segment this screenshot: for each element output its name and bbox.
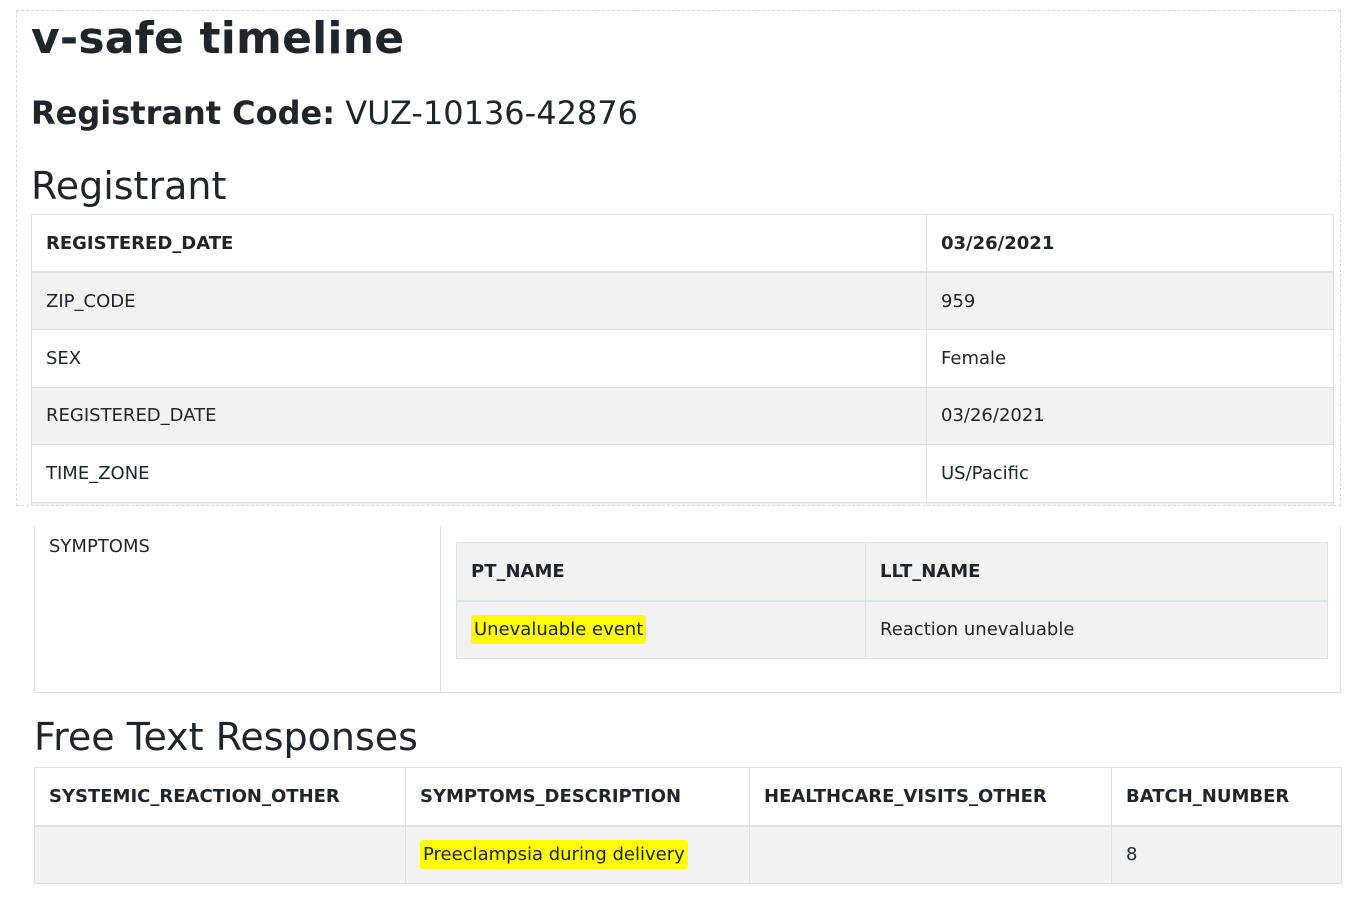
table-header-cell: BATCH_NUMBER (1111, 767, 1342, 827)
registrant-code-heading: Registrant Code: VUZ-10136-42876 (31, 93, 638, 133)
symptoms-block: SYMPTOMS PT_NAME LLT_NAME Unevaluable ev… (34, 526, 1341, 693)
free-text-section-title: Free Text Responses (34, 715, 418, 759)
highlighted-text: Unevaluable event (471, 615, 647, 645)
table-header-cell: PT_NAME (456, 542, 866, 602)
table-header-cell: HEALTHCARE_VISITS_OTHER (749, 767, 1112, 827)
table-cell-value: 03/26/2021 (926, 386, 1334, 445)
table-cell-batch-number: 8 (1111, 825, 1342, 884)
free-text-table: SYSTEMIC_REACTION_OTHER SYMPTOMS_DESCRIP… (34, 767, 1342, 884)
table-cell-pt-name: Unevaluable event (456, 600, 866, 659)
registrant-code-value: VUZ-10136-42876 (345, 94, 638, 132)
table-row-partial (31, 501, 1334, 505)
table-row: Unevaluable event Reaction unevaluable (456, 600, 1328, 659)
table-cell-value: Female (926, 329, 1334, 388)
symptoms-label: SYMPTOMS (35, 526, 441, 692)
table-cell-llt-name: Reaction unevaluable (865, 600, 1328, 659)
table-cell-field: REGISTERED_DATE (31, 386, 927, 445)
table-header-cell: 03/26/2021 (926, 214, 1334, 273)
table-cell-healthcare-visits-other (749, 825, 1112, 884)
table-header-cell: REGISTERED_DATE (31, 214, 927, 273)
table-cell-field: ZIP_CODE (31, 271, 927, 330)
table-header-row: SYSTEMIC_REACTION_OTHER SYMPTOMS_DESCRIP… (34, 767, 1342, 827)
table-cell-value (926, 501, 1334, 505)
table-cell-value: US/Pacific (926, 444, 1334, 503)
table-cell-field: SEX (31, 329, 927, 388)
table-cell-field (31, 501, 927, 505)
table-header-cell: SYMPTOMS_DESCRIPTION (405, 767, 750, 827)
table-cell-field: TIME_ZONE (31, 444, 927, 503)
table-cell-systemic-reaction-other (34, 825, 406, 884)
registrant-table: REGISTERED_DATE 03/26/2021 ZIP_CODE 959 … (31, 214, 1334, 505)
table-row: ZIP_CODE 959 (31, 271, 1334, 330)
table-cell-value: 959 (926, 271, 1334, 330)
table-header-row: PT_NAME LLT_NAME (456, 542, 1328, 602)
registrant-section-title: Registrant (31, 164, 227, 208)
table-header-cell: LLT_NAME (865, 542, 1328, 602)
table-cell-symptoms-description: Preeclampsia during delivery (405, 825, 750, 884)
table-row: TIME_ZONE US/Pacific (31, 444, 1334, 503)
table-row: REGISTERED_DATE 03/26/2021 (31, 386, 1334, 445)
table-row: SEX Female (31, 329, 1334, 388)
symptoms-table: PT_NAME LLT_NAME Unevaluable event React… (456, 542, 1328, 659)
table-header-row: REGISTERED_DATE 03/26/2021 (31, 214, 1334, 273)
registrant-panel: v-safe timeline Registrant Code: VUZ-101… (16, 10, 1341, 506)
table-row: Preeclampsia during delivery 8 (34, 825, 1342, 884)
page-title: v-safe timeline (31, 13, 405, 64)
table-header-cell: SYSTEMIC_REACTION_OTHER (34, 767, 406, 827)
registrant-code-label: Registrant Code: (31, 94, 336, 132)
highlighted-text: Preeclampsia during delivery (420, 840, 688, 870)
